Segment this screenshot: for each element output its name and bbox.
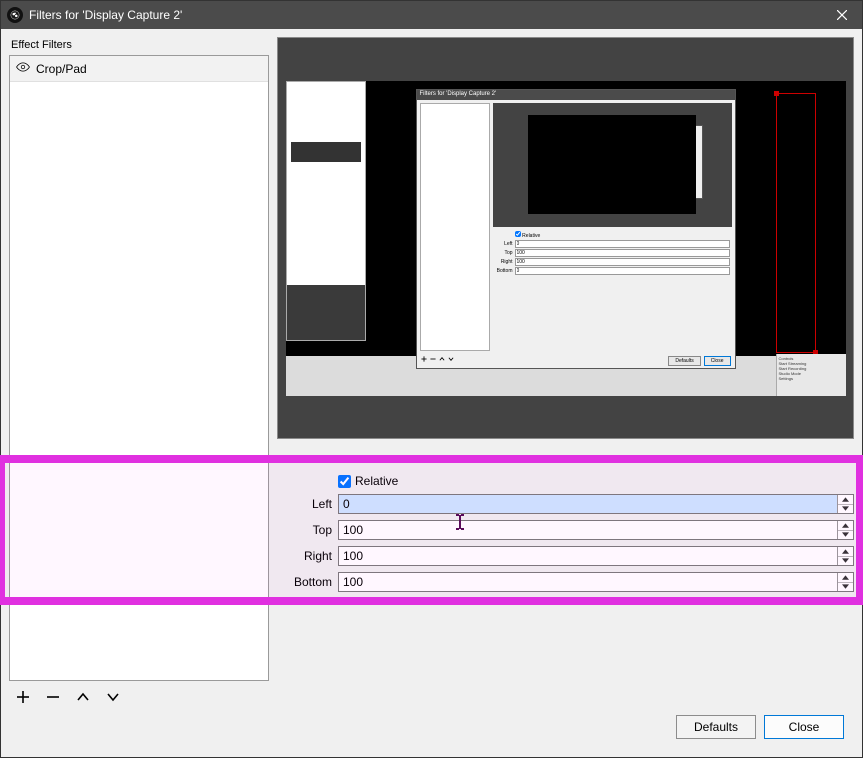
move-filter-down-button[interactable]	[103, 687, 123, 707]
bottom-spin-down[interactable]	[838, 583, 853, 592]
top-row: Top	[277, 520, 854, 540]
dialog-body: Effect Filters Crop/Pad	[1, 29, 862, 757]
top-spin-up[interactable]	[838, 521, 853, 531]
title-bar: Filters for 'Display Capture 2'	[1, 1, 862, 29]
left-spin-down[interactable]	[838, 505, 853, 514]
left-row: Left	[277, 494, 854, 514]
right-label: Right	[277, 549, 332, 563]
bottom-spin-up[interactable]	[838, 573, 853, 583]
crop-pad-settings: Relative Left Top	[277, 439, 854, 707]
relative-label: Relative	[355, 474, 398, 488]
visibility-icon[interactable]	[16, 60, 30, 77]
bottom-label: Bottom	[277, 575, 332, 589]
bottom-input[interactable]	[339, 573, 837, 591]
filter-toolbar	[9, 681, 269, 707]
left-label: Left	[277, 497, 332, 511]
preview-content: Controls Start Streaming Start Recording…	[286, 81, 846, 396]
nested-preview-dialog: Filters for 'Display Capture 2' Relative…	[416, 89, 736, 369]
right-input[interactable]	[339, 547, 837, 565]
app-icon	[7, 7, 23, 23]
left-spin-up[interactable]	[838, 495, 853, 505]
top-label: Top	[277, 523, 332, 537]
right-row: Right	[277, 546, 854, 566]
remove-filter-button[interactable]	[43, 687, 63, 707]
top-spin-down[interactable]	[838, 531, 853, 540]
move-filter-up-button[interactable]	[73, 687, 93, 707]
filter-settings-panel: Controls Start Streaming Start Recording…	[277, 37, 854, 707]
filter-list[interactable]: Crop/Pad	[9, 55, 269, 681]
preview-area: Controls Start Streaming Start Recording…	[277, 37, 854, 439]
add-filter-button[interactable]	[13, 687, 33, 707]
top-input[interactable]	[339, 521, 837, 539]
defaults-button[interactable]: Defaults	[676, 715, 756, 739]
right-spin-down[interactable]	[838, 557, 853, 566]
left-spinner	[837, 495, 853, 513]
filters-dialog: Filters for 'Display Capture 2' Effect F…	[0, 0, 863, 758]
left-input-wrap	[338, 494, 854, 514]
window-close-button[interactable]	[822, 1, 862, 29]
filter-name: Crop/Pad	[36, 62, 87, 76]
right-spin-up[interactable]	[838, 547, 853, 557]
filter-item-crop-pad[interactable]: Crop/Pad	[10, 56, 268, 82]
relative-row: Relative	[277, 474, 854, 488]
relative-checkbox[interactable]	[338, 475, 351, 488]
left-input[interactable]	[339, 495, 837, 513]
bottom-row: Bottom	[277, 572, 854, 592]
dialog-footer: Defaults Close	[9, 707, 854, 749]
window-title: Filters for 'Display Capture 2'	[29, 8, 822, 22]
effect-filters-panel: Effect Filters Crop/Pad	[9, 37, 269, 707]
close-button[interactable]: Close	[764, 715, 844, 739]
effect-filters-label: Effect Filters	[9, 37, 269, 55]
